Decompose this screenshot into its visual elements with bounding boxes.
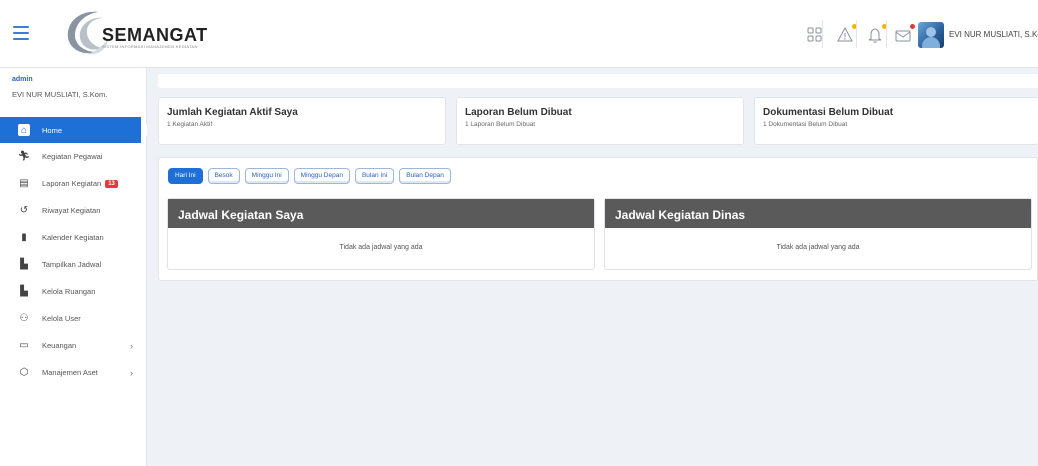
tab-minggu-depan[interactable]: Minggu Depan — [293, 168, 350, 184]
sidebar-item-riwayat-kegiatan[interactable]: ↺ Riwayat Kegiatan — [0, 197, 147, 224]
chevron-right-icon: › — [130, 340, 133, 351]
tab-minggu-ini[interactable]: Minggu Ini — [244, 168, 289, 184]
page-header-strip — [158, 74, 1038, 88]
brand-name: SEMANGAT — [102, 25, 208, 45]
room-icon: ▙ — [20, 286, 28, 297]
sidebar-item-home[interactable]: ⌂ Home — [0, 117, 147, 143]
period-filter-tabs: Hari Ini Besok Minggu Ini Minggu Depan B… — [168, 168, 451, 184]
sidebar-user-name: EVI NUR MUSLIATI, S.Kom. — [12, 90, 108, 99]
empty-state-text: Tidak ada jadwal yang ada — [339, 244, 423, 251]
home-icon: ⌂ — [18, 124, 30, 136]
sidebar-item-kelola-ruangan[interactable]: ▙ Kelola Ruangan — [0, 278, 147, 305]
count-badge: 13 — [105, 179, 118, 188]
bell-icon[interactable] — [866, 23, 888, 44]
schedule-panel: Hari Ini Besok Minggu Ini Minggu Depan B… — [158, 157, 1038, 281]
asset-icon: ⬡ — [19, 367, 29, 378]
sidebar-item-label: Kelola Ruangan — [42, 287, 96, 296]
sidebar-item-label: Manajemen Aset — [42, 368, 98, 377]
running-icon: 🏃︎ — [17, 151, 31, 162]
summary-card-kegiatan-aktif: Jumlah Kegiatan Aktif Saya 1 Kegiatan Ak… — [158, 97, 446, 145]
chevron-right-icon: › — [130, 367, 133, 378]
sidebar-item-tampilkan-jadwal[interactable]: ▙ Tampilkan Jadwal — [0, 251, 147, 278]
sidebar-item-label: Home — [42, 125, 63, 135]
warning-icon[interactable] — [836, 23, 858, 44]
finance-icon: ▭ — [19, 340, 29, 351]
schedule-icon: ▙ — [20, 259, 28, 270]
jadwal-kegiatan-dinas: Jadwal Kegiatan Dinas Tidak ada jadwal y… — [604, 198, 1032, 270]
schedule-title: Jadwal Kegiatan Dinas — [605, 199, 1031, 228]
card-title: Laporan Belum Dibuat — [465, 107, 572, 118]
sidebar-item-label: Kelola User — [42, 314, 81, 323]
sidebar-item-label: Kalender Kegiatan — [42, 233, 104, 242]
sidebar-item-keuangan[interactable]: ▭ Keuangan › — [0, 332, 147, 359]
sidebar: admin EVI NUR MUSLIATI, S.Kom. ⌂ Home 🏃︎… — [0, 68, 147, 466]
avatar[interactable] — [918, 22, 944, 48]
empty-state-text: Tidak ada jadwal yang ada — [776, 244, 860, 251]
user-role: admin — [12, 76, 33, 83]
tab-hari-ini[interactable]: Hari Ini — [168, 168, 203, 184]
sidebar-item-label: Laporan Kegiatan — [42, 179, 102, 188]
top-navbar: SEMANGAT SISTEM INFORMASI MANAJEMEN KEGI… — [0, 0, 1038, 68]
summary-card-laporan: Laporan Belum Dibuat 1 Laporan Belum Dib… — [456, 97, 744, 145]
card-subtitle: 1 Kegiatan Aktif — [167, 121, 213, 128]
card-title: Dokumentasi Belum Dibuat — [763, 107, 894, 118]
notification-dot — [909, 23, 916, 30]
sidebar-item-label: Keuangan — [42, 341, 77, 350]
sidebar-menu: ⌂ Home 🏃︎ Kegiatan Pegawai ▤ Laporan Keg… — [0, 117, 147, 386]
card-subtitle: 1 Dokumentasi Belum Dibuat — [763, 121, 848, 128]
sidebar-item-manajemen-aset[interactable]: ⬡ Manajemen Aset › — [0, 359, 147, 386]
sidebar-item-laporan-kegiatan[interactable]: ▤ Laporan Kegiatan 13 — [0, 170, 147, 197]
brand-tagline: SISTEM INFORMASI MANAJEMEN KEGIATAN — [102, 44, 198, 49]
tab-bulan-depan[interactable]: Bulan Depan — [399, 168, 451, 184]
hamburger-menu-icon[interactable] — [13, 26, 29, 40]
calendar-icon: ▮ — [21, 232, 27, 243]
sidebar-item-label: Kegiatan Pegawai — [42, 152, 103, 161]
tab-bulan-ini[interactable]: Bulan Ini — [354, 168, 395, 184]
mail-icon[interactable] — [894, 23, 916, 44]
sidebar-item-kelola-user[interactable]: ⚇ Kelola User — [0, 305, 147, 332]
summary-card-dokumentasi: Dokumentasi Belum Dibuat 1 Dokumentasi B… — [754, 97, 1038, 145]
history-icon: ↺ — [19, 205, 29, 216]
schedule-title: Jadwal Kegiatan Saya — [168, 199, 594, 228]
sidebar-item-kegiatan-pegawai[interactable]: 🏃︎ Kegiatan Pegawai — [0, 143, 147, 170]
tab-besok[interactable]: Besok — [207, 168, 240, 184]
jadwal-kegiatan-saya: Jadwal Kegiatan Saya Tidak ada jadwal ya… — [167, 198, 595, 270]
sidebar-item-label: Tampilkan Jadwal — [42, 260, 102, 269]
card-title: Jumlah Kegiatan Aktif Saya — [167, 107, 298, 118]
report-icon: ▤ — [19, 178, 29, 189]
sidebar-item-kalender-kegiatan[interactable]: ▮ Kalender Kegiatan — [0, 224, 147, 251]
users-icon: ⚇ — [19, 313, 29, 324]
sidebar-item-label: Riwayat Kegiatan — [42, 206, 101, 215]
header-user-name[interactable]: EVI NUR MUSLIATI, S.Kom — [949, 30, 1038, 39]
card-subtitle: 1 Laporan Belum Dibuat — [465, 121, 536, 128]
